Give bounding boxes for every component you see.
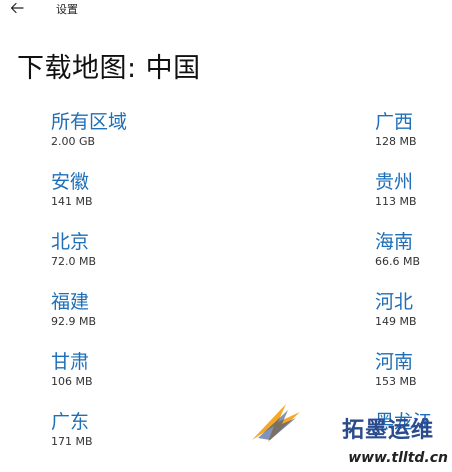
region-list-left: 所有区域 2.00 GB 安徽 141 MB 北京 72.0 MB 福建 92.… <box>51 110 127 470</box>
watermark-logo-icon <box>252 404 300 442</box>
region-size: 66.6 MB <box>375 255 421 268</box>
region-size: 2.00 GB <box>51 135 96 148</box>
back-button[interactable] <box>6 0 28 17</box>
region-size: 72.0 MB <box>51 255 97 268</box>
region-item-hebei[interactable]: 河北 149 MB <box>375 290 432 350</box>
region-name: 所有区域 <box>51 111 128 133</box>
region-name: 广西 <box>375 111 414 133</box>
region-item-anhui[interactable]: 安徽 141 MB <box>51 170 127 230</box>
region-item-guizhou[interactable]: 贵州 113 MB <box>375 170 432 230</box>
region-item-fujian[interactable]: 福建 92.9 MB <box>51 290 127 350</box>
region-size: 113 MB <box>375 195 417 208</box>
region-item-all[interactable]: 所有区域 2.00 GB <box>51 110 127 170</box>
region-name: 黑龙江 <box>375 411 433 433</box>
region-name: 安徽 <box>51 171 90 193</box>
region-name: 海南 <box>375 231 414 253</box>
title-bar: 设置 <box>0 0 452 18</box>
region-item-beijing[interactable]: 北京 72.0 MB <box>51 230 127 290</box>
region-size: 171 MB <box>51 435 93 448</box>
region-name: 河北 <box>375 291 414 313</box>
region-size: 128 MB <box>375 135 417 148</box>
region-name: 贵州 <box>375 171 414 193</box>
region-size: 141 MB <box>51 195 93 208</box>
region-list-right: 广西 128 MB 贵州 113 MB 海南 66.6 MB 河北 149 MB… <box>375 110 432 470</box>
region-item-hainan[interactable]: 海南 66.6 MB <box>375 230 432 290</box>
region-size: 149 MB <box>375 315 417 328</box>
region-name: 福建 <box>51 291 90 313</box>
region-item-guangdong[interactable]: 广东 171 MB <box>51 410 127 470</box>
region-name: 甘肃 <box>51 351 90 373</box>
region-size: 106 MB <box>51 375 93 388</box>
region-name: 广东 <box>51 411 90 433</box>
region-item-heilongjiang[interactable]: 黑龙江 <box>375 410 432 470</box>
page-title: 下载地图: 中国 <box>17 53 201 84</box>
region-item-henan[interactable]: 河南 153 MB <box>375 350 432 410</box>
region-item-guangxi[interactable]: 广西 128 MB <box>375 110 432 170</box>
window-title: 设置 <box>56 3 78 16</box>
region-item-gansu[interactable]: 甘肃 106 MB <box>51 350 127 410</box>
region-size: 92.9 MB <box>51 315 97 328</box>
region-name: 北京 <box>51 231 90 253</box>
region-size: 153 MB <box>375 375 417 388</box>
region-name: 河南 <box>375 351 414 373</box>
back-arrow-icon <box>10 2 24 14</box>
